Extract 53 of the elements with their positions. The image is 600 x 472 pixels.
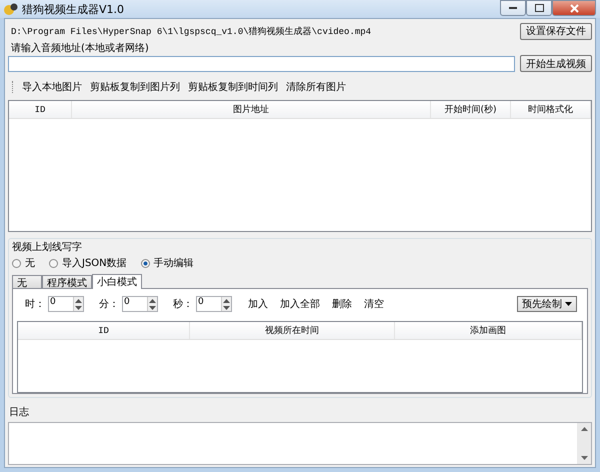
column-header[interactable]: 时间格式化: [511, 101, 591, 118]
audio-input-field[interactable]: [8, 56, 515, 72]
column-header[interactable]: 视频所在时间: [190, 322, 395, 339]
toolbar-button[interactable]: 清除所有图片: [282, 78, 350, 96]
number-spinner[interactable]: 0: [48, 296, 84, 312]
column-header[interactable]: ID: [9, 101, 72, 118]
up-arrow-icon[interactable]: [222, 298, 231, 304]
close-icon: [570, 4, 578, 12]
action-link[interactable]: 删除: [326, 297, 358, 311]
scroll-up-icon[interactable]: [580, 427, 588, 431]
close-button[interactable]: [552, 0, 596, 16]
column-header[interactable]: 开始时间(秒): [431, 101, 511, 118]
output-path: D:\Program Files\HyperSnap 6\1\lgspscq_v1.0\猎狗视频生成器\cvideo.mp4: [10, 26, 372, 38]
number-spinner[interactable]: 0: [196, 296, 232, 312]
action-link[interactable]: 加入全部: [274, 297, 326, 311]
action-link[interactable]: 清空: [358, 297, 390, 311]
up-arrow-icon[interactable]: [148, 298, 157, 304]
group-title: 视频上划线写字: [12, 240, 83, 254]
toolbar-button[interactable]: 剪贴板复制到时间列: [184, 78, 282, 96]
radio-option[interactable]: 无: [12, 256, 35, 270]
audio-label: 请输入音频地址(本地或者网络): [10, 42, 150, 55]
radio-option[interactable]: 手动编辑: [140, 256, 194, 270]
spinner-label: 秒：: [173, 298, 193, 311]
number-spinner[interactable]: 0: [122, 296, 158, 312]
maximize-icon: [534, 4, 544, 12]
down-arrow-icon[interactable]: [74, 304, 83, 310]
radio-option[interactable]: 导入JSON数据: [49, 256, 127, 270]
toolbar-button[interactable]: 剪贴板复制到图片列: [86, 78, 184, 96]
dropdown-arrow-icon: [565, 302, 572, 306]
scroll-down-icon[interactable]: [580, 456, 588, 460]
generate-video-button[interactable]: 开始生成视频: [520, 55, 592, 72]
up-arrow-icon[interactable]: [74, 298, 83, 304]
spinner-label: 时：: [25, 298, 45, 311]
scrollbar[interactable]: [577, 423, 591, 464]
draw-mode-dropdown[interactable]: 预先绘制: [517, 296, 577, 312]
log-label: 日志: [8, 406, 30, 419]
tab[interactable]: 无: [12, 275, 42, 288]
column-header[interactable]: 图片地址: [72, 101, 431, 118]
toolbar-button[interactable]: 导入本地图片: [18, 78, 86, 96]
save-file-button[interactable]: 设置保存文件: [520, 22, 592, 40]
minimize-button[interactable]: [500, 0, 526, 16]
spinner-label: 分：: [99, 298, 119, 311]
tab[interactable]: 程序模式: [42, 275, 92, 288]
down-arrow-icon[interactable]: [148, 304, 157, 310]
minimize-icon: [509, 6, 517, 10]
app-icon: [4, 2, 18, 16]
action-link[interactable]: 加入: [242, 297, 274, 311]
window-title: 猎狗视频生成器V1.0: [22, 2, 124, 16]
tab[interactable]: 小白模式: [92, 274, 142, 289]
column-header[interactable]: 添加画图: [395, 322, 582, 339]
down-arrow-icon[interactable]: [222, 304, 231, 310]
maximize-button[interactable]: [526, 0, 552, 16]
column-header[interactable]: ID: [18, 322, 190, 339]
